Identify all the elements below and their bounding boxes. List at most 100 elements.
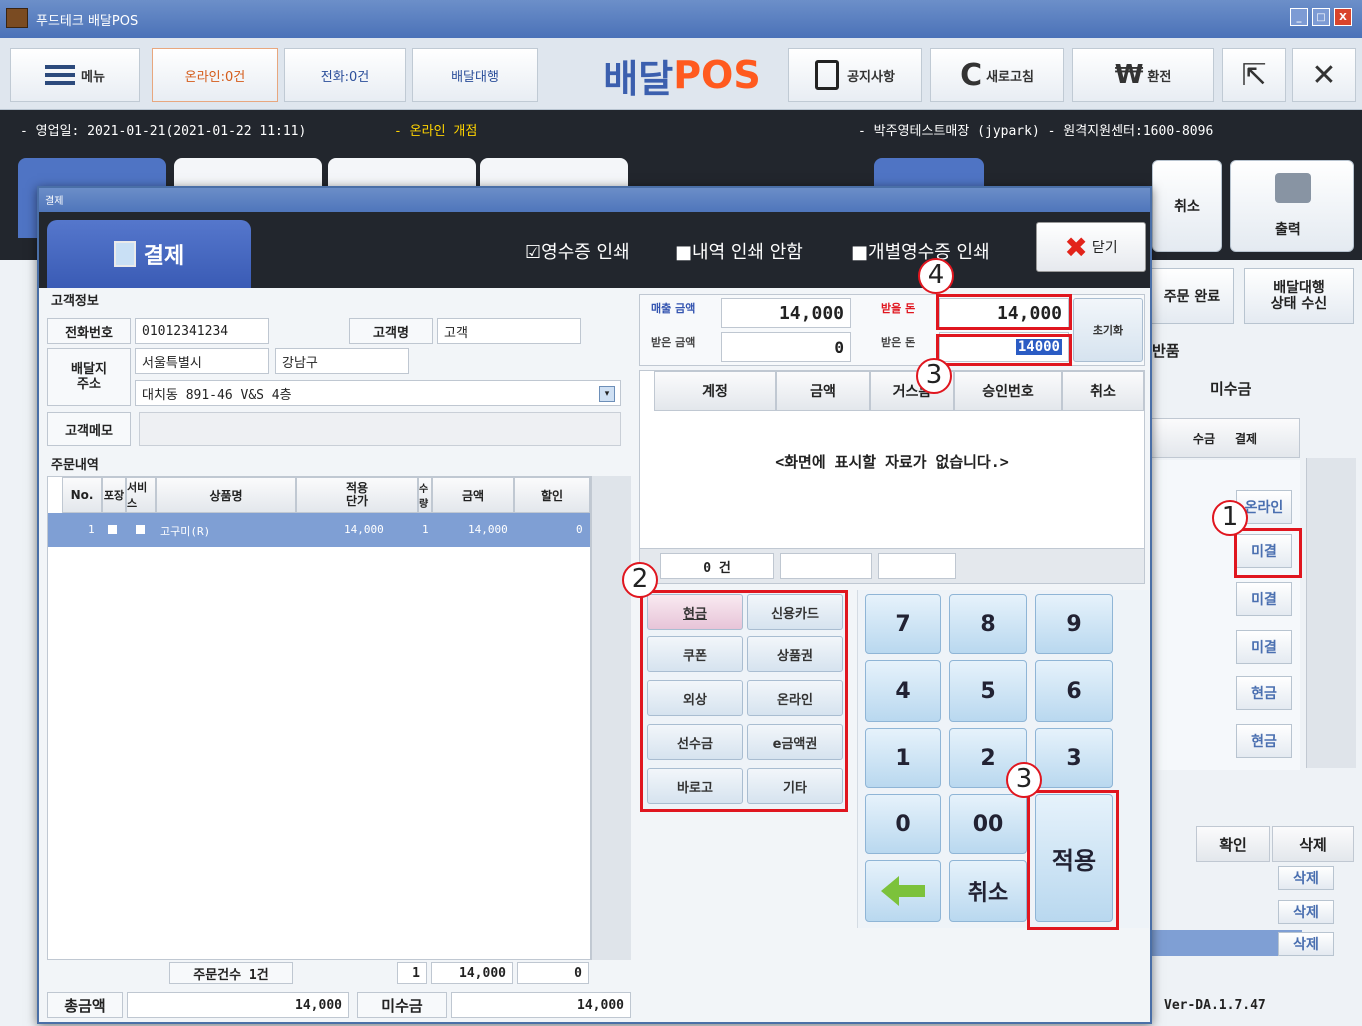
bg-delete-2[interactable]: 삭제 (1278, 900, 1334, 924)
highlight-receive (936, 294, 1072, 330)
receive-label: 받을 돈 (881, 302, 916, 315)
close-x-icon: ✖ (1064, 230, 1088, 264)
key-00[interactable]: 00 (949, 794, 1027, 854)
delivery-status-button[interactable]: 배달대행 상태 수신 (1244, 268, 1354, 324)
no-history-print-option[interactable]: ■내역 인쇄 안함 (675, 238, 803, 264)
name-label: 고객명 (349, 318, 433, 344)
marker-3b: 3 (1006, 762, 1042, 798)
phone-orders-button[interactable]: 전화:0건 (284, 48, 406, 102)
key-3[interactable]: 3 (1035, 728, 1113, 788)
individual-receipt-option[interactable]: ■개별영수증 인쇄 (851, 238, 990, 264)
maximize-button[interactable]: □ (1312, 8, 1330, 26)
col-qty: 수량 (418, 477, 432, 513)
col-cancel: 취소 (1062, 371, 1144, 411)
marker-3a: 3 (916, 358, 952, 394)
col-unit-price: 적용 단가 (296, 477, 418, 513)
bg-status-row-4[interactable]: 미결 (1236, 630, 1292, 664)
minimize-app-icon[interactable]: ⇱ (1222, 48, 1286, 102)
bg-cancel-button[interactable]: 취소 (1152, 160, 1222, 252)
minimize-button[interactable]: _ (1290, 8, 1308, 26)
empty-message: <화면에 표시할 자료가 없습니다.> (775, 452, 1009, 471)
marker-4: 4 (918, 258, 954, 294)
unpaid-checkbox[interactable]: 미수금 (1210, 378, 1251, 399)
app-icon (6, 8, 28, 28)
marker-1: 1 (1212, 500, 1248, 536)
store-info: - 박주영테스트매장 (jypark) - 원격지원센터:1600-8096 (858, 124, 1214, 139)
key-7[interactable]: 7 (865, 594, 941, 654)
total-amount: 14,000 (127, 992, 349, 1018)
phone-field[interactable]: 01012341234 (135, 318, 269, 344)
notice-button[interactable]: 공지사항 (788, 48, 922, 102)
order-count-label: 주문건수 1건 (169, 962, 293, 984)
payment-count: 0 건 (660, 553, 774, 579)
order-total-discount: 0 (517, 962, 589, 984)
bg-status-row-3[interactable]: 미결 (1236, 582, 1292, 616)
reset-button[interactable]: 초기화 (1073, 298, 1143, 362)
won-icon: ₩ (1114, 60, 1144, 90)
payment-footer-cell-3 (878, 553, 956, 579)
return-checkbox[interactable]: 반품 (1152, 340, 1180, 361)
back-arrow-icon (881, 876, 925, 906)
bg-status-row-6[interactable]: 현금 (1236, 724, 1292, 758)
total-label: 총금액 (47, 992, 123, 1018)
col-amount: 금액 (432, 477, 514, 513)
name-field[interactable]: 고객 (437, 318, 581, 344)
col-product: 상품명 (156, 477, 296, 513)
unpaid-amount: 14,000 (451, 992, 631, 1018)
bg-delete-3[interactable]: 삭제 (1278, 932, 1334, 956)
key-6[interactable]: 6 (1035, 660, 1113, 722)
bg-status-row-5[interactable]: 현금 (1236, 676, 1292, 710)
unpaid-label: 미수금 (357, 992, 447, 1018)
key-0[interactable]: 0 (865, 794, 941, 854)
exit-button[interactable]: ✕ (1292, 48, 1356, 102)
calculator-icon (113, 241, 136, 267)
dialog-close-button[interactable]: ✖ 닫기 (1036, 222, 1146, 272)
exchange-button[interactable]: ₩ 환전 (1072, 48, 1214, 102)
menu-button[interactable]: 메뉴 (10, 48, 140, 102)
bg-grid-header: 수금 결제 (1150, 418, 1300, 458)
col-pack: 포장 (102, 477, 126, 513)
hamburger-icon (45, 65, 76, 85)
col-service: 서비스 (126, 477, 156, 513)
keypad-cancel-button[interactable]: 취소 (949, 860, 1027, 922)
bg-delete-1[interactable]: 삭제 (1278, 866, 1334, 890)
order-complete-button[interactable]: 주문 완료 (1150, 268, 1234, 324)
payment-footer: 0 건 (639, 548, 1145, 584)
close-window-button[interactable]: X (1334, 8, 1352, 26)
version-label: Ver-DA.1.7.47 (1164, 998, 1266, 1013)
highlight-payment-methods (640, 590, 848, 812)
backspace-button[interactable] (865, 860, 941, 922)
key-1[interactable]: 1 (865, 728, 941, 788)
delete-header: 삭제 (1272, 826, 1354, 862)
district-field[interactable]: 강남구 (275, 348, 409, 374)
notice-icon (815, 60, 840, 90)
sales-amount: 14,000 (721, 298, 851, 328)
highlight-got (936, 334, 1072, 366)
delivery-agency-button[interactable]: 배달대행 (412, 48, 538, 102)
key-8[interactable]: 8 (949, 594, 1027, 654)
online-orders-button[interactable]: 온라인:0건 (152, 48, 278, 102)
print-receipt-option[interactable]: ☑영수증 인쇄 (525, 238, 630, 264)
address-field[interactable]: 대치동 891-46 V&S 4층 (135, 380, 621, 406)
got-label: 받은 돈 (881, 336, 916, 349)
key-9[interactable]: 9 (1035, 594, 1113, 654)
refresh-button[interactable]: C 새로고침 (930, 48, 1064, 102)
key-4[interactable]: 4 (865, 660, 941, 722)
order-row[interactable]: 1 고구미(R) 14,000 1 14,000 0 (48, 513, 590, 547)
service-checkbox[interactable] (136, 525, 145, 534)
key-5[interactable]: 5 (949, 660, 1027, 722)
address-dropdown-icon[interactable]: ▾ (599, 386, 615, 402)
bg-scrollbar[interactable] (1306, 458, 1356, 768)
order-scrollbar[interactable] (591, 476, 631, 960)
order-total-amount: 14,000 (431, 962, 513, 984)
app-logo: 배달 POS (603, 53, 761, 101)
main-toolbar: 메뉴 온라인:0건 전화:0건 배달대행 배달 POS 공지사항 C 새로고침 ₩… (0, 38, 1362, 110)
payment-tab[interactable]: 결제 (47, 220, 251, 288)
bg-print-button[interactable]: 출력 (1230, 160, 1354, 252)
pack-checkbox[interactable] (108, 525, 117, 534)
memo-field[interactable] (139, 412, 621, 446)
order-section-title: 주문내역 (51, 458, 99, 473)
customer-section-title: 고객정보 (51, 294, 99, 309)
city-field[interactable]: 서울특별시 (135, 348, 269, 374)
phone-label: 전화번호 (47, 318, 131, 344)
